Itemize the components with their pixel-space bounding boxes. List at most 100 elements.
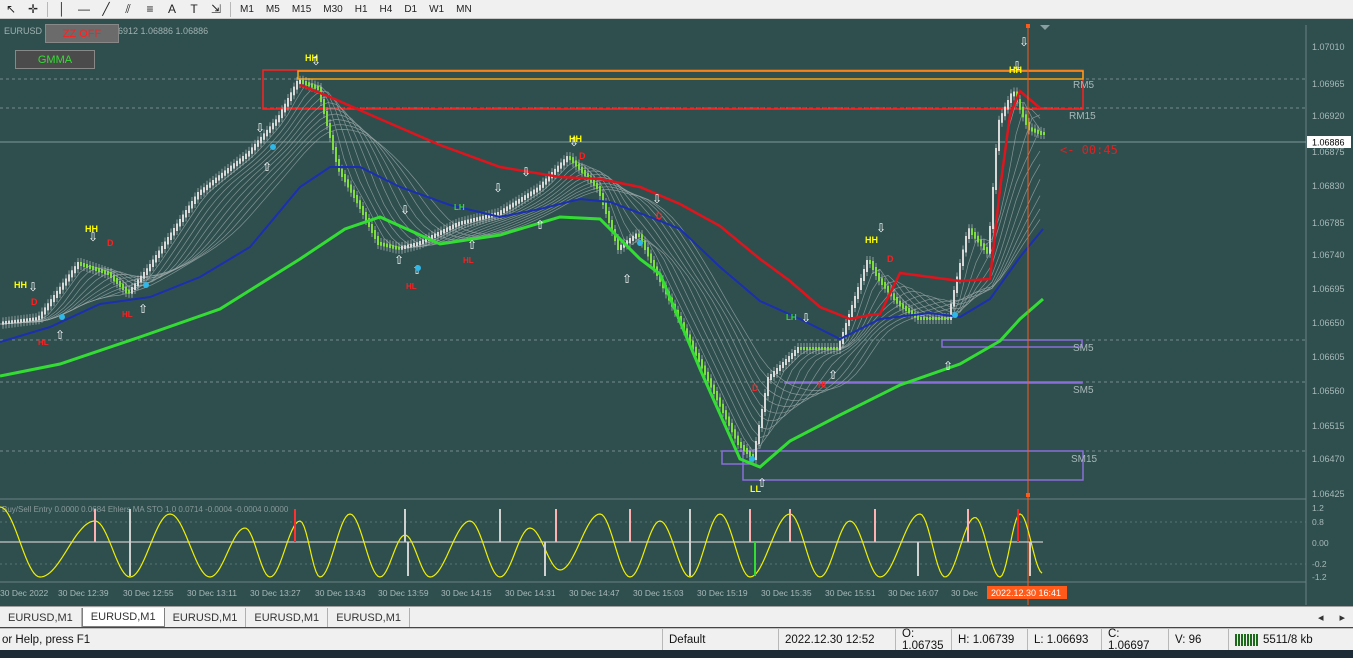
channel-icon[interactable]: ⫽ [117,1,139,18]
down-arrow-icon: ⇩ [652,192,662,206]
candle-body [524,195,526,200]
candle-body [707,371,709,382]
tab-chart-3[interactable]: EURUSD,M1 [165,608,247,627]
time-cursor-handle[interactable] [1026,24,1030,28]
support-zone-sm15[interactable] [742,450,1084,481]
timeframe-m15[interactable]: M15 [286,1,317,18]
scroll-left-icon[interactable]: ◂ [1310,608,1332,627]
support-zone-sm5-b[interactable] [784,381,1083,384]
gmma-toggle-button[interactable]: GMMA [15,50,95,69]
resistance-zone-rm15[interactable] [262,69,1084,110]
candle-body [242,156,244,162]
candle-body [953,290,955,307]
candle-body [35,317,37,321]
candle-body [1034,128,1036,133]
candle-body [1040,130,1042,135]
candle-body [452,224,454,229]
candle-body [875,267,877,276]
tab-chart-1[interactable]: EURUSD,M1 [0,608,82,627]
time-axis-label: 30 Dec 13:43 [315,588,366,598]
candle-body [23,318,25,323]
timeframe-m1[interactable]: M1 [234,1,260,18]
signal-dot-icon [270,144,276,150]
candle-body [995,148,997,190]
resistance-zone-rm5[interactable] [297,70,1084,80]
horizontal-line-icon[interactable]: — [73,1,95,18]
fibonacci-icon[interactable]: ≡ [139,1,161,18]
up-arrow-icon: ⇧ [55,328,65,342]
price-chart[interactable]: HH HH HH HH HH HH HL HL HL HL HL LH LH L… [0,19,1353,605]
candle-body [578,163,580,170]
candle-body [836,347,838,350]
tab-chart-2[interactable]: EURUSD,M1 [81,608,165,627]
timeframe-m30[interactable]: M30 [317,1,348,18]
candle-body [440,230,442,235]
connection-bars-icon [1235,633,1259,646]
timeframe-h1[interactable]: H1 [349,1,374,18]
crosshair-icon[interactable]: ✛ [22,1,44,18]
candle-body [212,180,214,186]
candle-body [854,296,856,308]
candle-body [518,198,520,204]
candle-body [728,416,730,426]
time-axis-label: 30 Dec [951,588,979,598]
scroll-right-icon[interactable]: ▸ [1331,608,1353,627]
candle-body [179,219,181,227]
candle-body [410,243,412,248]
support-zone-sm5-a[interactable] [941,339,1083,348]
vertical-line-icon[interactable]: │ [51,1,73,18]
candle-body [830,347,832,350]
candle-body [272,122,274,130]
candle-body [581,166,583,173]
up-arrow-icon: ⇧ [138,302,148,316]
candle-body [509,204,511,210]
text-label-icon[interactable]: T [183,1,205,18]
candle-body [980,239,982,247]
signal-dot-icon [749,456,755,462]
chart-shift-icon[interactable] [1040,25,1050,30]
status-high: H: 1.06739 [951,628,1027,651]
candle-body [260,136,262,144]
trendline-icon[interactable]: ╱ [95,1,117,18]
candle-body [521,197,523,202]
text-icon[interactable]: A [161,1,183,18]
candle-body [356,195,358,204]
candle-body [905,305,907,311]
marker-hh: HH [865,235,878,245]
timeframe-d1[interactable]: D1 [398,1,423,18]
status-close: C: 1.06697 [1101,628,1168,652]
tab-chart-5[interactable]: EURUSD,M1 [328,608,410,627]
candle-body [761,409,763,428]
candle-body [956,276,958,293]
time-cursor-handle[interactable] [1026,493,1030,497]
candle-body [647,247,649,257]
candle-body [65,278,67,286]
candle-body [533,189,535,195]
timeframe-w1[interactable]: W1 [423,1,450,18]
candle-body [44,307,46,315]
candle-body [461,221,463,225]
candle-body [515,200,517,206]
price-axis-label: 1.06875 [1312,147,1345,157]
cursor-icon[interactable]: ↖ [0,1,22,18]
candle-body [932,317,934,320]
down-arrow-icon: ⇩ [876,221,886,235]
tab-chart-4[interactable]: EURUSD,M1 [246,608,329,627]
candle-body [128,290,130,294]
candle-body [449,226,451,231]
candle-body [383,242,385,247]
timeframe-mn[interactable]: MN [450,1,478,18]
candle-body [350,184,352,193]
chart-symbol: EURUSD [4,26,43,36]
zz-toggle-button[interactable]: ZZ OFF [45,24,119,43]
shapes-icon[interactable]: ⇲ [205,1,227,18]
candle-body [773,371,775,377]
timeframe-h4[interactable]: H4 [374,1,399,18]
candle-body [122,284,124,290]
candle-body [827,347,829,350]
candle-body [800,347,802,350]
candle-body [311,83,313,88]
candle-body [107,271,109,275]
candle-body [113,275,115,281]
timeframe-m5[interactable]: M5 [260,1,286,18]
